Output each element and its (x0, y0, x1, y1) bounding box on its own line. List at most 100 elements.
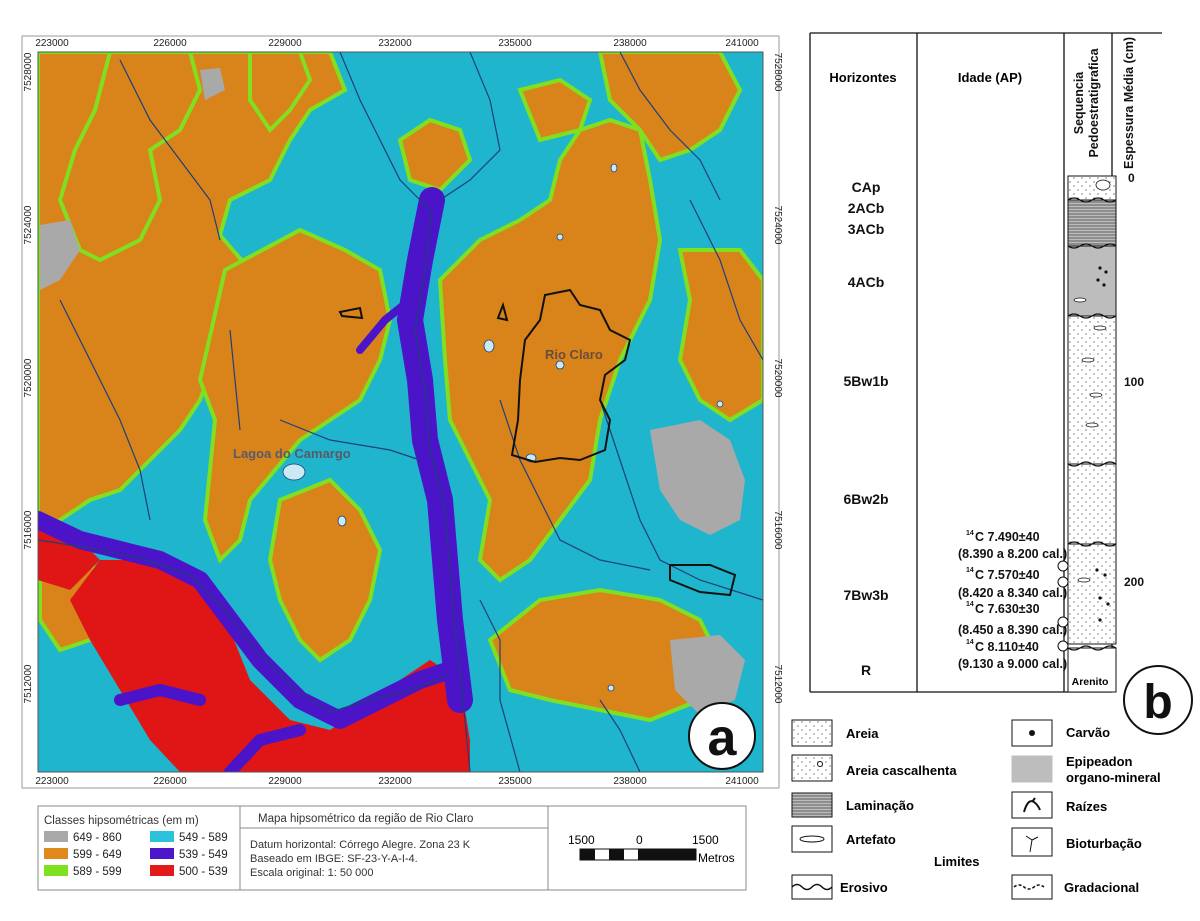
y-tick-right: 7516000 (772, 511, 783, 550)
age-superscript: 14 (966, 601, 974, 608)
horizon-label: 7Bw3b (843, 587, 888, 603)
age-value: C 7.570±40 (975, 568, 1040, 582)
lagoa-do-camargo-lake (282, 463, 306, 481)
depth-ticks: 0 100 200 (1124, 171, 1144, 589)
bedrock-label: Arenito (1072, 676, 1109, 688)
x-tick-bottom: 226000 (153, 776, 187, 787)
legend-label: 599 - 649 (73, 849, 122, 861)
info-line-base: Baseado em IBGE: SF-23-Y-A-I-4. (250, 853, 418, 865)
hypsometric-map-svg: Rio Claro Lagoa do Camargo 223000 226000… (21, 35, 783, 891)
age-value: C 8.110±40 (975, 640, 1039, 654)
x-tick-top: 232000 (378, 38, 412, 49)
legend-bioturbacao: Bioturbação (1066, 836, 1142, 851)
stratigraphic-column-svg: Horizontes Idade (AP) Sequencia Pedoestr… (791, 32, 1193, 900)
legend-artefato: Artefato (846, 832, 896, 847)
legend-swatch (150, 865, 174, 876)
horizon-label: R (861, 662, 871, 678)
scale-label-mid: 0 (636, 833, 643, 847)
y-tick-left: 7516000 (23, 510, 34, 549)
depth-tick: 0 (1128, 171, 1135, 185)
legend-raizes: Raízes (1066, 799, 1107, 814)
age-superscript: 14 (966, 530, 974, 537)
header-horizontes: Horizontes (829, 70, 896, 85)
age-cal: (8.420 a 8.340 cal.) (958, 586, 1067, 600)
age-cal: (8.390 a 8.200 cal.) (958, 547, 1067, 561)
scale-label-right: 1500 (692, 833, 719, 847)
legend-label: 589 - 599 (73, 866, 122, 878)
header-sequencia: Sequencia Pedoestratigrafica (1072, 48, 1101, 158)
age-cal: (9.130 a 9.000 cal.) (958, 657, 1067, 671)
y-tick-right: 7512000 (772, 665, 783, 704)
legend-areia-cascalhenta: Areia cascalhenta (846, 763, 957, 778)
x-tick-bottom: 235000 (498, 776, 532, 787)
legend-areia: Areia (846, 726, 879, 741)
map-body: Rio Claro Lagoa do Camargo (38, 52, 763, 772)
x-tick-top: 223000 (35, 38, 69, 49)
legend-swatch (44, 831, 68, 842)
place-label-lagoa: Lagoa do Camargo (233, 446, 351, 461)
legend-laminacao: Laminação (846, 798, 914, 813)
legend-limites: Limites (934, 854, 980, 869)
legend-label: 549 - 589 (179, 832, 228, 844)
horizon-label: 6Bw2b (843, 491, 888, 507)
legend-swatch (150, 831, 174, 842)
x-tick-bottom: 223000 (35, 776, 69, 787)
x-tick-top: 229000 (268, 38, 302, 49)
horizon-label: CAp (852, 179, 881, 195)
x-tick-bottom: 229000 (268, 776, 302, 787)
y-tick-left: 7528000 (23, 52, 34, 91)
hypsometric-legend-title: Classes hipsométricas (em m) (44, 815, 199, 827)
x-tick-bottom: 241000 (725, 776, 759, 787)
stratigraphy-panel: Horizontes Idade (AP) Sequencia Pedoestr… (785, 0, 1200, 916)
depth-tick: 200 (1124, 575, 1144, 589)
header-espessura: Espessura Média (cm) (1122, 37, 1136, 169)
age-value: C 7.490±40 (975, 530, 1040, 544)
age-value: C 7.630±30 (975, 602, 1040, 616)
x-tick-top: 238000 (613, 38, 647, 49)
x-tick-top: 226000 (153, 38, 187, 49)
age-superscript: 14 (966, 567, 974, 574)
horizon-labels: CAp 2ACb 3ACb 4ACb 5Bw1b 6Bw2b 7Bw3b R (843, 179, 888, 678)
info-line-scale: Escala original: 1: 50 000 (250, 867, 374, 879)
header-idade: Idade (AP) (958, 70, 1022, 85)
x-tick-bottom: 238000 (613, 776, 647, 787)
legend-epipeadon-line1: Epipeadon (1066, 754, 1133, 769)
strat-legend: Areia Areia cascalhenta Laminação Artefa… (791, 719, 1161, 900)
x-tick-top: 241000 (725, 38, 759, 49)
y-tick-left: 7512000 (23, 664, 34, 703)
legend-swatch (44, 865, 68, 876)
horizon-label: 4ACb (848, 274, 885, 290)
age-superscript: 14 (966, 639, 974, 646)
horizon-label: 5Bw1b (843, 373, 888, 389)
x-tick-bottom: 232000 (378, 776, 412, 787)
legend-gradacional: Gradacional (1064, 880, 1139, 895)
depth-tick: 100 (1124, 375, 1144, 389)
y-tick-left: 7520000 (23, 358, 34, 397)
radiocarbon-ages: 14 C 7.490±40 (8.390 a 8.200 cal.) 14 C … (958, 530, 1067, 671)
horizon-label: 3ACb (848, 221, 885, 237)
horizon-label: 2ACb (848, 200, 885, 216)
legend-erosivo: Erosivo (840, 880, 888, 895)
place-label-rio-claro: Rio Claro (545, 347, 603, 362)
panel-b-letter: b (1143, 676, 1172, 729)
panel-a-letter: a (708, 709, 738, 767)
map-info-title: Mapa hipsométrico da região de Rio Claro (258, 813, 473, 825)
legend-swatch (44, 848, 68, 859)
legend-carvao: Carvão (1066, 725, 1110, 740)
y-tick-left: 7524000 (23, 205, 34, 244)
scale-label-left: 1500 (568, 833, 595, 847)
legend-swatch (150, 848, 174, 859)
legend-epipeadon-line2: organo-mineral (1066, 770, 1161, 785)
stratigraphic-column: Arenito (1057, 175, 1117, 693)
legend-label: 500 - 539 (179, 866, 228, 878)
x-tick-top: 235000 (498, 38, 532, 49)
map-panel: Rio Claro Lagoa do Camargo 223000 226000… (0, 0, 785, 916)
y-tick-right: 7520000 (772, 359, 783, 398)
legend-label: 649 - 860 (73, 832, 122, 844)
y-tick-right: 7528000 (772, 53, 783, 92)
age-cal: (8.450 a 8.390 cal.) (958, 623, 1067, 637)
scale-unit: Metros (698, 851, 735, 865)
legend-label: 539 - 549 (179, 849, 228, 861)
info-line-datum: Datum horizontal: Córrego Alegre. Zona 2… (250, 839, 471, 851)
y-tick-right: 7524000 (772, 206, 783, 245)
